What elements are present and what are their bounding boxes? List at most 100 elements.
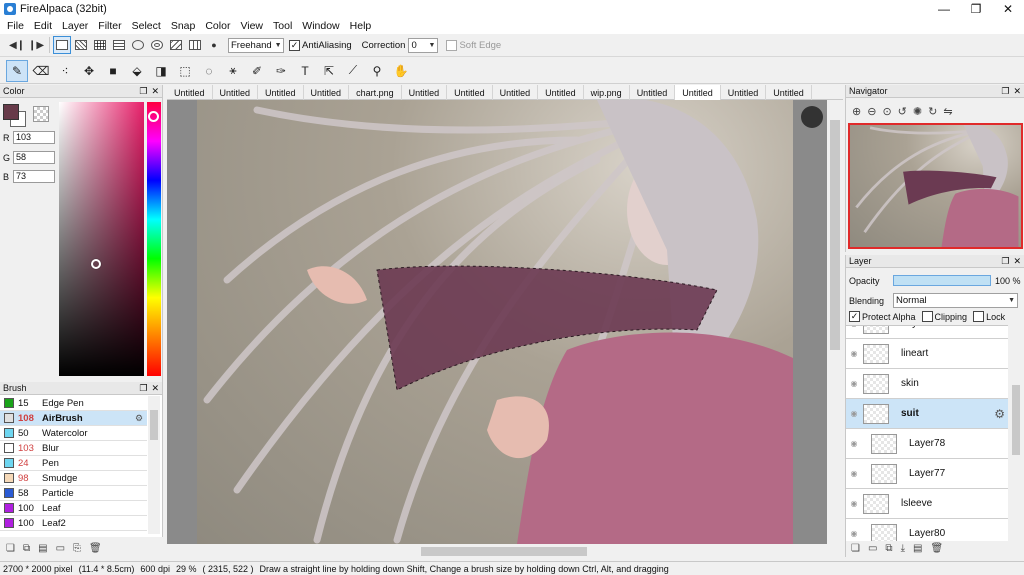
new-layer-icon[interactable]: ❏	[851, 543, 860, 554]
zoom-out-icon[interactable]: ⊖	[867, 105, 876, 118]
document-tab[interactable]: Untitled	[493, 85, 539, 100]
previous-icon[interactable]: ◀❙	[8, 36, 26, 54]
brush-settings-gear-icon[interactable]: ⚙	[135, 413, 145, 424]
rotate-right-icon[interactable]: ↻	[928, 105, 937, 118]
menu-select[interactable]: Select	[127, 20, 166, 32]
canvas-vertical-scrollbar[interactable]	[827, 100, 843, 544]
document-tab[interactable]: Untitled	[721, 85, 767, 100]
move-tool-icon[interactable]: ✥	[78, 60, 100, 82]
layer-visibility-icon[interactable]: ◉	[849, 326, 859, 329]
next-icon[interactable]: ❙▶	[27, 36, 45, 54]
rotate-left-icon[interactable]: ↺	[898, 105, 907, 118]
new-brush-icon[interactable]: ❏	[6, 543, 15, 554]
lasso-tool-icon[interactable]: ◌	[198, 60, 220, 82]
layer-row[interactable]: ◉ Layer80	[846, 519, 1008, 541]
scrollbar-thumb[interactable]	[830, 120, 840, 350]
layer-row[interactable]: ◉ lineart	[846, 339, 1008, 369]
document-tab[interactable]: Untitled	[447, 85, 493, 100]
menu-layer[interactable]: Layer	[57, 20, 93, 32]
float-panel-icon[interactable]: ❐	[139, 86, 147, 97]
layer-visibility-icon[interactable]: ◉	[849, 349, 859, 359]
magic-wand-tool-icon[interactable]: ⚹	[222, 60, 244, 82]
layer-visibility-icon[interactable]: ◉	[849, 529, 859, 539]
document-tab[interactable]: Untitled	[304, 85, 350, 100]
layer-row[interactable]: ◉ skin	[846, 369, 1008, 399]
duplicate-brush-icon[interactable]: ⧉	[23, 543, 30, 554]
gradient-tool-icon[interactable]: ◨	[150, 60, 172, 82]
soft-edge-checkbox[interactable]	[446, 39, 458, 51]
canvas-area[interactable]	[167, 100, 827, 544]
layer-row[interactable]: ◉ Layer77	[846, 459, 1008, 489]
fill-pattern-lines-icon[interactable]	[72, 36, 90, 54]
menu-file[interactable]: File	[2, 20, 29, 32]
layer-row[interactable]: ◉ suit ⚙	[846, 399, 1008, 429]
eraser-tool-icon[interactable]: ⌫	[30, 60, 52, 82]
opacity-slider[interactable]	[893, 275, 991, 286]
fill-pattern-diagonal-icon[interactable]	[167, 36, 185, 54]
fill-pattern-cross-icon[interactable]	[186, 36, 204, 54]
document-tab[interactable]: Untitled	[258, 85, 304, 100]
menu-view[interactable]: View	[235, 20, 268, 32]
layer-visibility-icon[interactable]: ◉	[849, 379, 859, 389]
transparent-color-swatch[interactable]	[33, 106, 49, 122]
clear-layer-icon[interactable]: ▤	[913, 543, 922, 554]
fill-pattern-hlines-icon[interactable]	[110, 36, 128, 54]
menu-color[interactable]: Color	[200, 20, 235, 32]
maximize-button[interactable]: ❐	[960, 0, 992, 17]
brush-item[interactable]: 103 Blur	[0, 441, 147, 456]
new-folder-icon[interactable]: ▭	[868, 543, 877, 554]
layer-settings-gear-icon[interactable]: ⚙	[994, 407, 1005, 421]
document-tab[interactable]: Untitled	[402, 85, 448, 100]
duplicate-layer-icon[interactable]: ⧉	[885, 543, 892, 554]
menu-tool[interactable]: Tool	[268, 20, 297, 32]
text-tool-icon[interactable]: T	[294, 60, 316, 82]
merge-layer-icon[interactable]: ⤓	[901, 543, 905, 554]
brush-dot-icon[interactable]: ●	[205, 36, 223, 54]
close-panel-icon[interactable]: ✕	[151, 86, 159, 97]
close-panel-icon[interactable]: ✕	[1013, 256, 1021, 267]
scrollbar-thumb[interactable]	[150, 410, 158, 440]
color-picker-cursor[interactable]	[91, 259, 101, 269]
saturation-value-picker[interactable]	[59, 102, 144, 376]
protect-alpha-checkbox[interactable]: ✓	[849, 311, 860, 322]
menu-help[interactable]: Help	[345, 20, 377, 32]
fill-rect-tool-icon[interactable]: ■	[102, 60, 124, 82]
brush-tool-icon[interactable]: ✎	[6, 59, 28, 82]
close-button[interactable]: ✕	[992, 0, 1024, 17]
document-tab[interactable]: Untitled	[630, 85, 676, 100]
menu-edit[interactable]: Edit	[29, 20, 57, 32]
layer-visibility-icon[interactable]: ◉	[849, 499, 859, 509]
foreground-color-swatch[interactable]	[3, 104, 19, 120]
navigator-preview[interactable]	[848, 123, 1023, 249]
menu-filter[interactable]: Filter	[93, 20, 126, 32]
layer-row[interactable]: ◉ lsleeve	[846, 489, 1008, 519]
bucket-tool-icon[interactable]: ⬙	[126, 60, 148, 82]
scrollbar-thumb[interactable]	[421, 547, 587, 556]
dot-tool-icon[interactable]: ⁖	[54, 60, 76, 82]
document-tab[interactable]: Untitled	[766, 85, 812, 100]
layer-list-scrollbar[interactable]	[1010, 325, 1022, 541]
eyedropper-tool-icon[interactable]: ⚲	[366, 60, 388, 82]
document-tab[interactable]: wip.png	[584, 85, 630, 100]
antialiasing-checkbox[interactable]: ✓	[289, 39, 300, 51]
brush-item[interactable]: 100 Leaf	[0, 501, 147, 516]
menu-snap[interactable]: Snap	[166, 20, 201, 32]
brush-item[interactable]: 15 Edge Pen	[0, 396, 147, 411]
float-panel-icon[interactable]: ❐	[139, 383, 147, 394]
brush-item[interactable]: 24 Pen	[0, 456, 147, 471]
float-panel-icon[interactable]: ❐	[1001, 256, 1009, 267]
document-tab[interactable]: Untitled	[213, 85, 259, 100]
brush-settings-icon[interactable]: ▤	[38, 543, 47, 554]
layer-visibility-icon[interactable]: ◉	[849, 469, 859, 479]
operation-tool-icon[interactable]: ⇱	[318, 60, 340, 82]
fill-pattern-circle-icon[interactable]	[129, 36, 147, 54]
clipping-checkbox[interactable]	[921, 311, 933, 322]
document-tab[interactable]: Untitled	[538, 85, 584, 100]
menu-window[interactable]: Window	[297, 20, 344, 32]
layer-visibility-icon[interactable]: ◉	[849, 409, 859, 419]
brush-item[interactable]: 98 Smudge	[0, 471, 147, 486]
brush-item[interactable]: 58 Particle	[0, 486, 147, 501]
brush-item[interactable]: 50 Watercolor	[0, 426, 147, 441]
layer-row[interactable]: ◉ Layer74	[846, 326, 1008, 339]
delete-brush-icon[interactable]: 🗑	[89, 543, 102, 554]
